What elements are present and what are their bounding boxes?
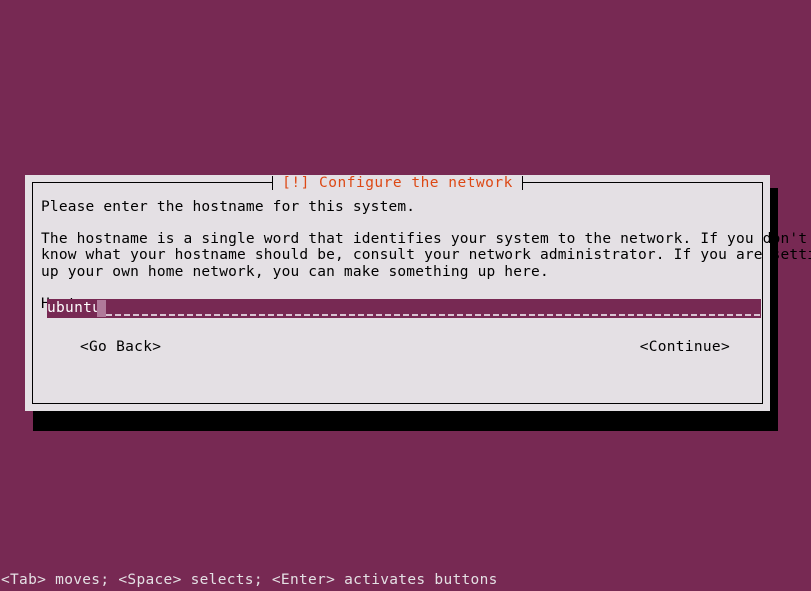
go-back-button[interactable]: <Go Back> [80, 337, 161, 357]
description-line-1: The hostname is a single word that ident… [41, 231, 808, 248]
dialog-border: [!] Configure the network Please enter t… [32, 176, 811, 404]
configure-network-dialog: [!] Configure the network Please enter t… [25, 175, 811, 411]
title-rule-right [521, 176, 763, 190]
continue-button[interactable]: <Continue> [640, 337, 730, 357]
text-cursor [97, 300, 106, 317]
status-bar-hint: <Tab> moves; <Space> selects; <Enter> ac… [1, 572, 498, 588]
description-line-3: up your own home network, you can make s… [41, 263, 549, 280]
dialog-buttons: <Go Back> <Continue> [41, 337, 754, 357]
dialog-body: Please enter the hostname for this syste… [41, 199, 811, 397]
intro-text: Please enter the hostname for this syste… [41, 199, 416, 215]
input-underline [106, 314, 761, 316]
hostname-input[interactable]: ubuntu [47, 299, 761, 318]
description-line-2: know what your hostname should be, consu… [41, 247, 811, 264]
title-rule-left [33, 176, 274, 190]
page-title: [!] Configure the network [273, 176, 522, 190]
hostname-input-value: ubuntu [47, 299, 102, 317]
dialog-title-bar: [!] Configure the network [33, 176, 763, 190]
